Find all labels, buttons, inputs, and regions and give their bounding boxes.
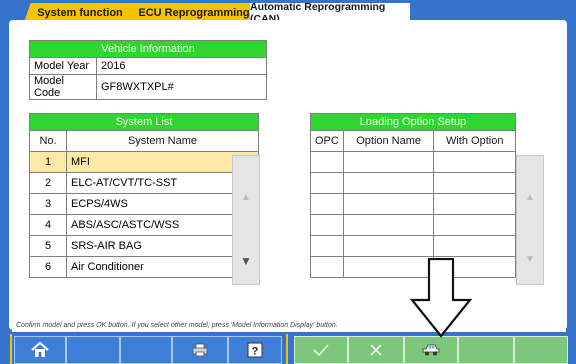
column-header-with-option: With Option [433, 130, 516, 152]
table-row[interactable]: 1 MFI [29, 151, 259, 173]
scroll-down-icon[interactable]: ▼ [240, 254, 252, 268]
cancel-button[interactable] [348, 336, 404, 364]
table-row[interactable] [310, 172, 516, 194]
row-system-name: ELC-AT/CVT/TC-SST [66, 172, 259, 194]
toolbar-button[interactable] [458, 336, 514, 364]
scroll-up-icon[interactable]: ▲ [525, 192, 535, 203]
model-code-label: Model Code [29, 74, 97, 100]
loading-option-table: Loading Option Setup OPC Option Name Wit… [310, 113, 516, 278]
toolbar-button[interactable] [514, 336, 568, 364]
row-no: 5 [29, 235, 67, 257]
ok-check-icon [313, 344, 329, 357]
table-row[interactable]: 4 ABS/ASC/ASTC/WSS [29, 214, 259, 236]
svg-text:?: ? [252, 346, 259, 358]
cancel-x-icon [370, 344, 382, 356]
model-code-value: GF8WXTXPL# [96, 74, 267, 100]
column-header-opc: OPC [310, 130, 344, 152]
scroll-down-icon[interactable]: ▼ [525, 254, 535, 265]
row-no: 3 [29, 193, 67, 215]
status-message: Confirm model and press OK button. If yo… [12, 320, 566, 332]
row-system-name: ECPS/4WS [66, 193, 259, 215]
column-header-no: No. [29, 130, 67, 152]
system-list-title: System List [29, 113, 259, 131]
table-row[interactable] [310, 235, 516, 257]
print-button[interactable] [172, 336, 228, 364]
column-header-system-name: System Name [66, 130, 259, 152]
separator [10, 334, 12, 364]
help-button[interactable]: ? [228, 336, 282, 364]
table-row[interactable] [310, 214, 516, 236]
model-year-label: Model Year [29, 57, 97, 75]
model-year-value: 2016 [96, 57, 267, 75]
table-row[interactable] [310, 193, 516, 215]
help-icon: ? [247, 342, 263, 358]
row-no: 2 [29, 172, 67, 194]
down-arrow-icon [410, 258, 472, 338]
loading-option-title: Loading Option Setup [310, 113, 516, 131]
option-list-scrollbar[interactable]: ▲ ▼ [516, 155, 544, 285]
scroll-up-icon[interactable]: ▲ [241, 192, 251, 203]
car-icon [422, 344, 440, 356]
toolbar-button[interactable] [66, 336, 120, 364]
table-row[interactable]: 6 Air Conditioner [29, 256, 259, 278]
separator [286, 334, 288, 364]
row-system-name: MFI [66, 151, 259, 173]
print-icon [192, 343, 208, 357]
vehicle-information-title: Vehicle Information [29, 40, 267, 58]
vehicle-information-table: Vehicle Information Model Year 2016 Mode… [29, 40, 267, 100]
ok-button[interactable] [294, 336, 348, 364]
toolbar-button[interactable] [120, 336, 172, 364]
table-row[interactable] [310, 151, 516, 173]
system-list-table: System List No. System Name 1 MFI 2 ELC-… [29, 113, 259, 278]
system-list-scrollbar[interactable]: ▲ ▼ [232, 155, 260, 285]
table-row[interactable]: 2 ELC-AT/CVT/TC-SST [29, 172, 259, 194]
home-icon [31, 342, 49, 357]
column-header-option-name: Option Name [342, 130, 435, 152]
home-button[interactable] [14, 336, 66, 364]
tab-label: ECU Reprogramming [138, 6, 250, 19]
row-no: 4 [29, 214, 67, 236]
row-system-name: Air Conditioner [66, 256, 259, 278]
model-information-display-button[interactable] [404, 336, 458, 364]
row-no: 1 [29, 151, 67, 173]
row-system-name: SRS-AIR BAG [66, 235, 259, 257]
table-row[interactable]: 3 ECPS/4WS [29, 193, 259, 215]
table-row[interactable]: 5 SRS-AIR BAG [29, 235, 259, 257]
tab-label: System function [37, 6, 123, 19]
row-no: 6 [29, 256, 67, 278]
row-system-name: ABS/ASC/ASTC/WSS [66, 214, 259, 236]
